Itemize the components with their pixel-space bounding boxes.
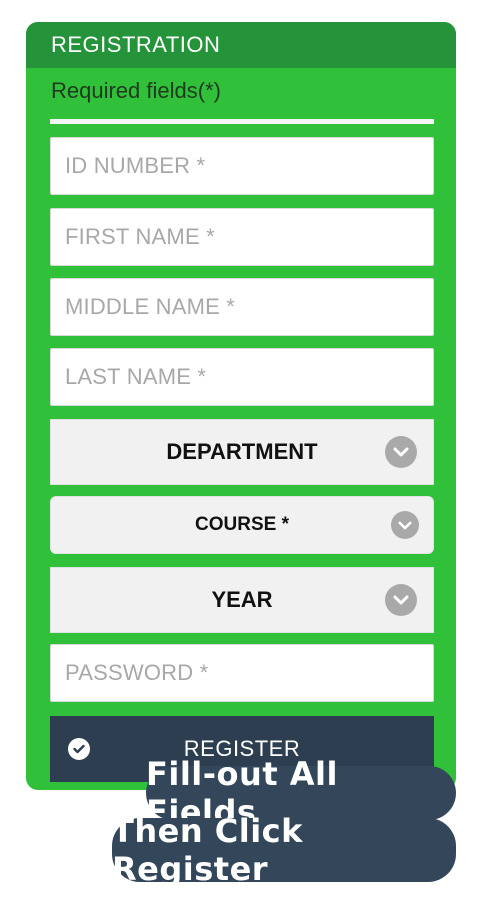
form-title: REGISTRATION [51,32,221,57]
middle-name-placeholder: MIDDLE NAME * [65,294,236,319]
year-label: YEAR [211,587,273,612]
year-select[interactable]: YEAR [50,567,434,633]
department-label: DEPARTMENT [166,439,318,464]
password-placeholder: PASSWORD * [65,660,209,685]
course-select[interactable]: COURSE * [50,496,434,554]
required-fields-note: Required fields(*) [51,78,221,103]
department-select[interactable]: DEPARTMENT [50,419,434,485]
callout-click-register: Then Click Register [112,812,456,888]
middle-name-input[interactable]: MIDDLE NAME * [50,278,434,336]
chevron-down-icon [391,511,419,539]
registration-card: REGISTRATION Required fields(*) ID NUMBE… [26,22,456,790]
first-name-input[interactable]: FIRST NAME * [50,208,434,266]
chevron-down-icon [385,584,417,616]
password-input[interactable]: PASSWORD * [50,644,434,702]
chevron-down-icon [385,436,417,468]
divider [50,119,434,124]
last-name-placeholder: LAST NAME * [65,364,207,389]
last-name-input[interactable]: LAST NAME * [50,348,434,406]
id-number-placeholder: ID NUMBER * [65,153,206,178]
card-header: REGISTRATION [26,22,456,68]
id-number-input[interactable]: ID NUMBER * [50,137,434,195]
check-circle-icon [68,738,90,760]
first-name-placeholder: FIRST NAME * [65,224,215,249]
course-label: COURSE * [195,514,289,535]
callout-line-2: Then Click Register [112,812,303,888]
